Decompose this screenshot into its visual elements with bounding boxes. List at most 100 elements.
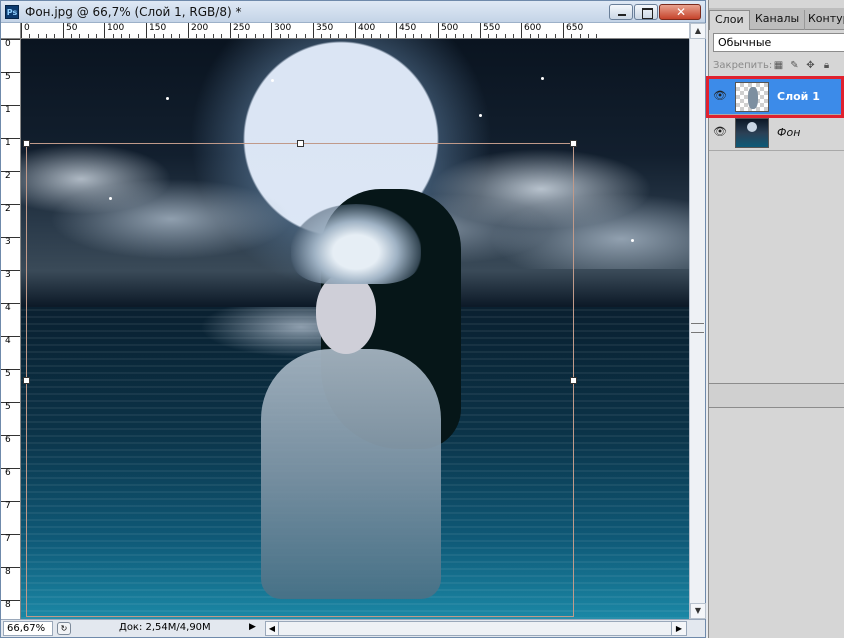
- status-menu-arrow-icon[interactable]: ▶: [249, 622, 256, 632]
- ruler-minor-tick: [546, 34, 547, 38]
- ruler-tick-label: 400: [355, 23, 375, 38]
- brush-lock-icon[interactable]: ✎: [789, 60, 800, 71]
- star: [631, 239, 634, 242]
- transform-handle-left[interactable]: [23, 377, 30, 384]
- scroll-thumb[interactable]: [691, 323, 704, 333]
- ruler-minor-tick: [238, 34, 239, 38]
- ruler-minor-tick: [505, 34, 506, 38]
- transparency-lock-icon[interactable]: ▦: [773, 60, 784, 71]
- blend-mode-select[interactable]: Обычные: [713, 33, 844, 52]
- ruler-tick-label: 200: [188, 23, 208, 38]
- ruler-tick-label: 6: [1, 435, 20, 445]
- vertical-scrollbar[interactable]: ▲ ▼: [689, 23, 706, 619]
- selection-annotation-box: [706, 76, 844, 118]
- minimize-button[interactable]: [609, 4, 633, 20]
- document-window: Ps Фон.jpg @ 66,7% (Слой 1, RGB/8) * ✕ 0…: [0, 0, 706, 638]
- move-lock-icon[interactable]: ✥: [805, 60, 816, 71]
- photoshop-app-icon: Ps: [5, 5, 19, 19]
- maximize-button[interactable]: [634, 4, 658, 20]
- ruler-minor-tick: [121, 34, 122, 38]
- ruler-minor-tick: [96, 34, 97, 38]
- ruler-minor-tick: [580, 34, 581, 38]
- panel-bottom-bar: [709, 384, 844, 408]
- status-bar: 66,67% ↻ Док: 2,54M/4,90M ▶ ◀ ▶: [1, 619, 705, 637]
- zoom-field[interactable]: 66,67%: [3, 621, 53, 636]
- scroll-left-button[interactable]: ◀: [265, 621, 279, 636]
- ruler-minor-tick: [371, 34, 372, 38]
- ruler-tick-label: 3: [1, 270, 20, 280]
- star: [271, 79, 274, 82]
- layer-row-background[interactable]: 👁︎ Фон: [709, 115, 844, 151]
- ruler-minor-tick: [421, 34, 422, 38]
- title-bar[interactable]: Ps Фон.jpg @ 66,7% (Слой 1, RGB/8) * ✕: [1, 1, 705, 23]
- ruler-origin[interactable]: [1, 23, 21, 39]
- close-button[interactable]: ✕: [659, 4, 701, 20]
- ruler-minor-tick: [296, 34, 297, 38]
- image-canvas[interactable]: [21, 39, 689, 619]
- ruler-minor-tick: [346, 34, 347, 38]
- ruler-minor-tick: [288, 34, 289, 38]
- document-title: Фон.jpg @ 66,7% (Слой 1, RGB/8) *: [25, 5, 242, 19]
- ruler-minor-tick: [129, 34, 130, 38]
- ruler-minor-tick: [488, 34, 489, 38]
- padlock-icon[interactable]: 🔒︎: [821, 60, 832, 71]
- tab-channels[interactable]: Каналы: [750, 10, 806, 30]
- ruler-minor-tick: [496, 34, 497, 38]
- ruler-minor-tick: [221, 34, 222, 38]
- ruler-minor-tick: [46, 34, 47, 38]
- ruler-minor-tick: [538, 34, 539, 38]
- document-size: Док: 2,54M/4,90M: [119, 622, 211, 633]
- status-info-icon[interactable]: ↻: [57, 622, 71, 635]
- ruler-minor-tick: [138, 34, 139, 38]
- tab-paths[interactable]: Контуры: [803, 10, 844, 30]
- ruler-minor-tick: [405, 34, 406, 38]
- transform-handle-right[interactable]: [570, 377, 577, 384]
- scroll-up-button[interactable]: ▲: [690, 23, 706, 39]
- scroll-down-button[interactable]: ▼: [690, 603, 706, 619]
- scroll-right-button[interactable]: ▶: [671, 621, 687, 636]
- transform-handle-top-right[interactable]: [570, 140, 577, 147]
- ruler-minor-tick: [163, 34, 164, 38]
- ruler-tick-label: 550: [480, 23, 500, 38]
- horizontal-ruler[interactable]: 0 50 100 150 200 250 300 350 400 450 500 550 600 650: [21, 23, 689, 39]
- ruler-minor-tick: [196, 34, 197, 38]
- lock-row: Закрепить: ▦ ✎ ✥ 🔒︎: [713, 58, 844, 76]
- ruler-minor-tick: [29, 34, 30, 38]
- horizontal-scrollbar[interactable]: [279, 621, 671, 636]
- vertical-ruler[interactable]: 0 5 1 1 2 2 3 3 4 4 5 5 6 6 7 7 8 8: [1, 39, 21, 619]
- ruler-tick-label: 0: [1, 39, 20, 49]
- ruler-tick-label: 3: [1, 237, 20, 247]
- transform-handle-top-left[interactable]: [23, 140, 30, 147]
- transform-bounding-box[interactable]: [23, 140, 577, 617]
- ruler-minor-tick: [596, 34, 597, 38]
- eye-icon[interactable]: 👁︎: [713, 126, 727, 138]
- ruler-tick-label: 1: [1, 138, 20, 148]
- ruler-minor-tick: [321, 34, 322, 38]
- star: [541, 77, 544, 80]
- ruler-tick-label: 5: [1, 402, 20, 412]
- ruler-minor-tick: [305, 34, 306, 38]
- ruler-minor-tick: [330, 34, 331, 38]
- close-icon: ✕: [675, 5, 687, 19]
- layer-name[interactable]: Фон: [777, 126, 800, 139]
- ruler-minor-tick: [71, 34, 72, 38]
- lock-label: Закрепить:: [713, 60, 773, 71]
- ruler-minor-tick: [555, 34, 556, 38]
- ruler-tick-label: 8: [1, 600, 20, 610]
- ruler-minor-tick: [588, 34, 589, 38]
- transform-handle-top[interactable]: [297, 140, 304, 147]
- layers-list: 👁︎ Слой 1 👁︎ Фон: [709, 78, 844, 384]
- ruler-tick-label: 2: [1, 171, 20, 181]
- tab-layers[interactable]: Слои: [709, 10, 750, 30]
- ruler-minor-tick: [263, 34, 264, 38]
- ruler-minor-tick: [255, 34, 256, 38]
- ruler-minor-tick: [280, 34, 281, 38]
- ruler-tick-label: 5: [1, 369, 20, 379]
- ruler-tick-label: 250: [230, 23, 250, 38]
- ruler-minor-tick: [54, 34, 55, 38]
- ruler-minor-tick: [246, 34, 247, 38]
- ruler-minor-tick: [430, 34, 431, 38]
- ruler-minor-tick: [213, 34, 214, 38]
- ruler-tick-label: 1: [1, 105, 20, 115]
- ruler-minor-tick: [79, 34, 80, 38]
